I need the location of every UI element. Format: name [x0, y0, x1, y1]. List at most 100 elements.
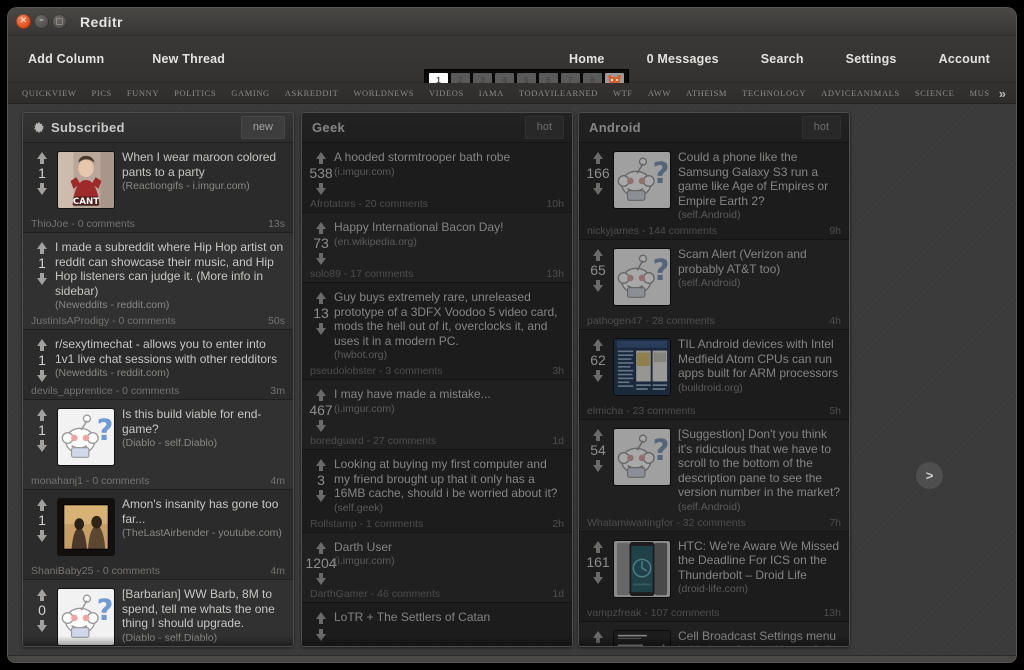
column-sort-badge[interactable]: hot: [801, 116, 841, 139]
post-title[interactable]: Is this build viable for end-game?: [122, 407, 285, 436]
post-item[interactable]: 62 TIL Android devices with Intel Medfiel…: [579, 330, 849, 420]
post-comments[interactable]: 27 comments: [373, 435, 436, 447]
post-item[interactable]: 161 HTC: We're Aware We Missed the Deadli…: [579, 531, 849, 622]
post-item[interactable]: 166? Could a phone like the Samsung Galax…: [579, 143, 849, 240]
post-author[interactable]: ShaniBaby25: [31, 565, 93, 577]
subnav-item-music[interactable]: MUSIC: [969, 88, 988, 98]
post-thumbnail[interactable]: ?: [613, 248, 671, 306]
upvote-button[interactable]: [37, 339, 47, 351]
downvote-button[interactable]: [37, 370, 47, 382]
post-comments[interactable]: 0 comments: [103, 565, 160, 577]
post-title[interactable]: TIL Android devices with Intel Medfield …: [678, 337, 841, 381]
post-author[interactable]: boredguard: [310, 435, 364, 447]
post-thumbnail[interactable]: ?: [57, 588, 115, 646]
downvote-button[interactable]: [316, 572, 326, 585]
upvote-button[interactable]: [316, 611, 326, 624]
post-thumbnail[interactable]: ?: [57, 408, 115, 466]
post-title[interactable]: r/sexytimechat - allows you to enter int…: [55, 337, 285, 366]
post-item[interactable]: 0? [Barbarian] WW Barb, 8M to spend, tell…: [23, 580, 293, 646]
post-title[interactable]: Could a phone like the Samsung Galaxy S3…: [678, 150, 841, 208]
post-title[interactable]: [Barbarian] WW Barb, 8M to spend, tell m…: [122, 587, 285, 631]
post-author[interactable]: monahanj1: [31, 475, 83, 487]
post-thumbnail[interactable]: ?: [613, 428, 671, 486]
post-item[interactable]: LoTR + The Settlers of Catan: [302, 602, 572, 646]
subreddit-nav-more-button[interactable]: »: [989, 86, 1010, 101]
new-thread-button[interactable]: New Thread: [152, 52, 225, 66]
downvote-button[interactable]: [593, 370, 603, 382]
post-item[interactable]: 3 Looking at buying my first computer and…: [302, 450, 572, 533]
post-title[interactable]: Amon's insanity has gone too far...: [122, 497, 285, 526]
upvote-button[interactable]: [593, 630, 603, 643]
downvote-button[interactable]: [593, 183, 603, 195]
post-comments[interactable]: 0 comments: [92, 475, 149, 487]
subnav-item-pics[interactable]: PICS: [92, 88, 112, 98]
post-thumbnail[interactable]: [57, 498, 115, 556]
post-title[interactable]: Darth User: [334, 540, 564, 555]
column-post-list[interactable]: 538 A hooded stormtrooper bath robe (i.img…: [302, 143, 572, 646]
post-author[interactable]: vampzfreak: [587, 607, 641, 619]
account-button[interactable]: Account: [939, 52, 990, 66]
post-comments[interactable]: 0 comments: [122, 385, 179, 397]
post-item[interactable]: 1 Amon's insanity has gone too far... (The…: [23, 490, 293, 580]
subnav-item-politics[interactable]: POLITICS: [174, 88, 216, 98]
downvote-button[interactable]: [593, 460, 603, 472]
post-item[interactable]: 1 r/sexytimechat - allows you to enter in…: [23, 330, 293, 400]
post-author[interactable]: pseudolobster: [310, 365, 376, 377]
subnav-item-science[interactable]: SCIENCE: [915, 88, 955, 98]
post-item[interactable]: 13 Guy buys extremely rare, unreleased pr…: [302, 283, 572, 380]
subnav-item-adviceanimals[interactable]: ADVICEANIMALS: [821, 88, 900, 98]
post-item[interactable]: 538 A hooded stormtrooper bath robe (i.img…: [302, 143, 572, 213]
post-item[interactable]: 1204 Darth User (i.imgur.com) DarthGamer - …: [302, 532, 572, 603]
downvote-button[interactable]: [316, 183, 326, 195]
downvote-button[interactable]: [593, 280, 603, 292]
add-column-button[interactable]: Add Column: [28, 52, 104, 66]
post-item[interactable]: 1 I made a subreddit where Hip Hop artist…: [23, 233, 293, 330]
upvote-button[interactable]: [316, 292, 326, 304]
upvote-button[interactable]: [593, 540, 603, 553]
home-button[interactable]: Home: [569, 52, 605, 66]
post-comments[interactable]: 0 comments: [78, 218, 135, 230]
post-item[interactable]: 73 Happy International Bacon Day! (en.wiki…: [302, 213, 572, 283]
post-author[interactable]: Rollstamp: [310, 518, 357, 530]
post-title[interactable]: I may have made a mistake...: [334, 387, 564, 402]
post-author[interactable]: Whatamiwaitingfor: [587, 517, 673, 529]
post-author[interactable]: DarthGamer: [310, 588, 368, 600]
subnav-item-gaming[interactable]: GAMING: [231, 88, 270, 98]
downvote-button[interactable]: [316, 253, 326, 265]
upvote-button[interactable]: [316, 459, 326, 471]
post-title[interactable]: A hooded stormtrooper bath robe: [334, 150, 564, 165]
post-comments[interactable]: 1 comments: [366, 518, 423, 530]
post-title[interactable]: Looking at buying my first computer and …: [334, 457, 564, 501]
upvote-button[interactable]: [316, 222, 326, 234]
post-comments[interactable]: 20 comments: [365, 198, 428, 210]
upvote-button[interactable]: [593, 339, 603, 351]
column-sort-badge[interactable]: new: [240, 116, 285, 139]
post-item[interactable]: 1 CANT When I wear maroon colored pants to…: [23, 143, 293, 233]
post-title[interactable]: HTC: We're Aware We Missed the Deadline …: [678, 539, 841, 583]
post-thumbnail[interactable]: [613, 338, 671, 396]
upvote-button[interactable]: [593, 249, 603, 261]
post-author[interactable]: solo89: [310, 268, 341, 280]
post-author[interactable]: devils_apprentice: [31, 385, 113, 397]
post-comments[interactable]: 0 comments: [119, 315, 176, 327]
subnav-item-atheism[interactable]: ATHEISM: [686, 88, 727, 98]
post-title[interactable]: [Suggestion] Don't you think it's ridicu…: [678, 427, 841, 500]
subnav-item-technology[interactable]: TECHNOLOGY: [742, 88, 806, 98]
downvote-button[interactable]: [593, 571, 603, 584]
search-button[interactable]: Search: [761, 52, 804, 66]
post-comments[interactable]: 107 comments: [651, 607, 720, 619]
post-title[interactable]: LoTR + The Settlers of Catan: [334, 610, 564, 625]
column-sort-badge[interactable]: hot: [524, 116, 564, 139]
post-thumbnail[interactable]: CANT: [57, 151, 115, 209]
upvote-button[interactable]: [316, 389, 326, 401]
next-column-button[interactable]: >: [916, 462, 943, 489]
post-item[interactable]: 78 Cell Broadcast Settings menu in Verizo…: [579, 621, 849, 646]
upvote-button[interactable]: [316, 541, 326, 554]
subnav-item-aww[interactable]: AWW: [648, 88, 671, 98]
post-author[interactable]: Afrotators: [310, 198, 356, 210]
downvote-button[interactable]: [37, 183, 47, 195]
upvote-button[interactable]: [316, 152, 326, 164]
upvote-button[interactable]: [593, 152, 603, 164]
messages-button[interactable]: 0 Messages: [647, 52, 719, 66]
post-comments[interactable]: 46 comments: [377, 588, 440, 600]
